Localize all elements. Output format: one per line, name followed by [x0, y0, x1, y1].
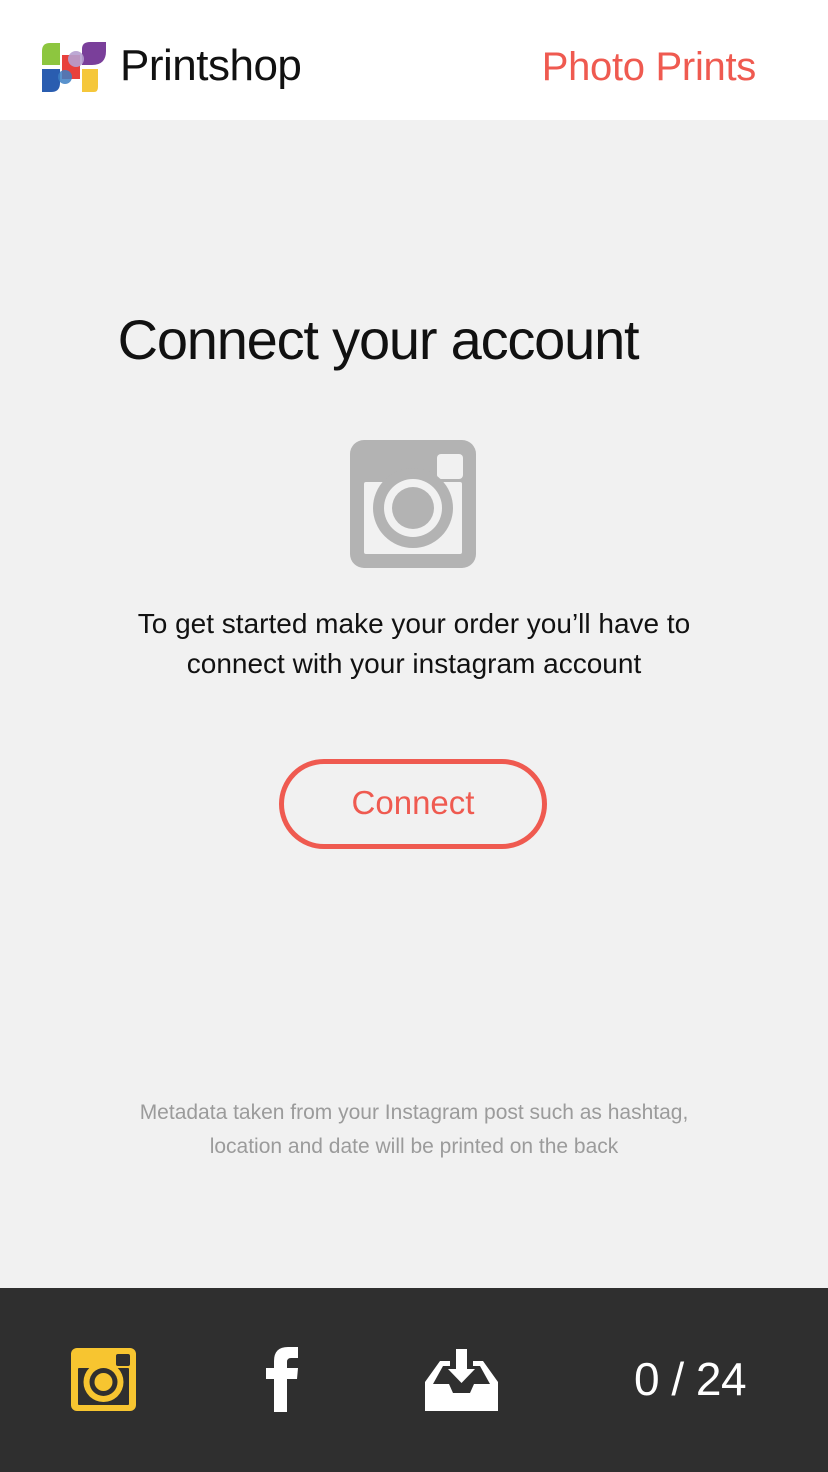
connect-button[interactable]: Connect: [279, 759, 547, 849]
app-header: Printshop Photo Prints: [0, 0, 828, 120]
page-title: Connect your account: [117, 308, 640, 371]
metadata-footnote: Metadata taken from your Instagram post …: [139, 1101, 689, 1158]
instagram-icon[interactable]: [71, 1348, 136, 1411]
facebook-icon[interactable]: [262, 1346, 304, 1412]
instagram-camera-icon: [350, 440, 476, 568]
app-name: Printshop: [120, 41, 302, 90]
printshop-logo-icon: [42, 42, 106, 92]
download-tray-icon[interactable]: [425, 1349, 498, 1411]
connect-description: To get started make your order you’ll ha…: [137, 608, 691, 679]
bottom-tab-bar: 0 / 24: [0, 1288, 828, 1472]
photo-counter: 0 / 24: [633, 1353, 747, 1405]
photo-prints-link[interactable]: Photo Prints: [542, 42, 757, 92]
